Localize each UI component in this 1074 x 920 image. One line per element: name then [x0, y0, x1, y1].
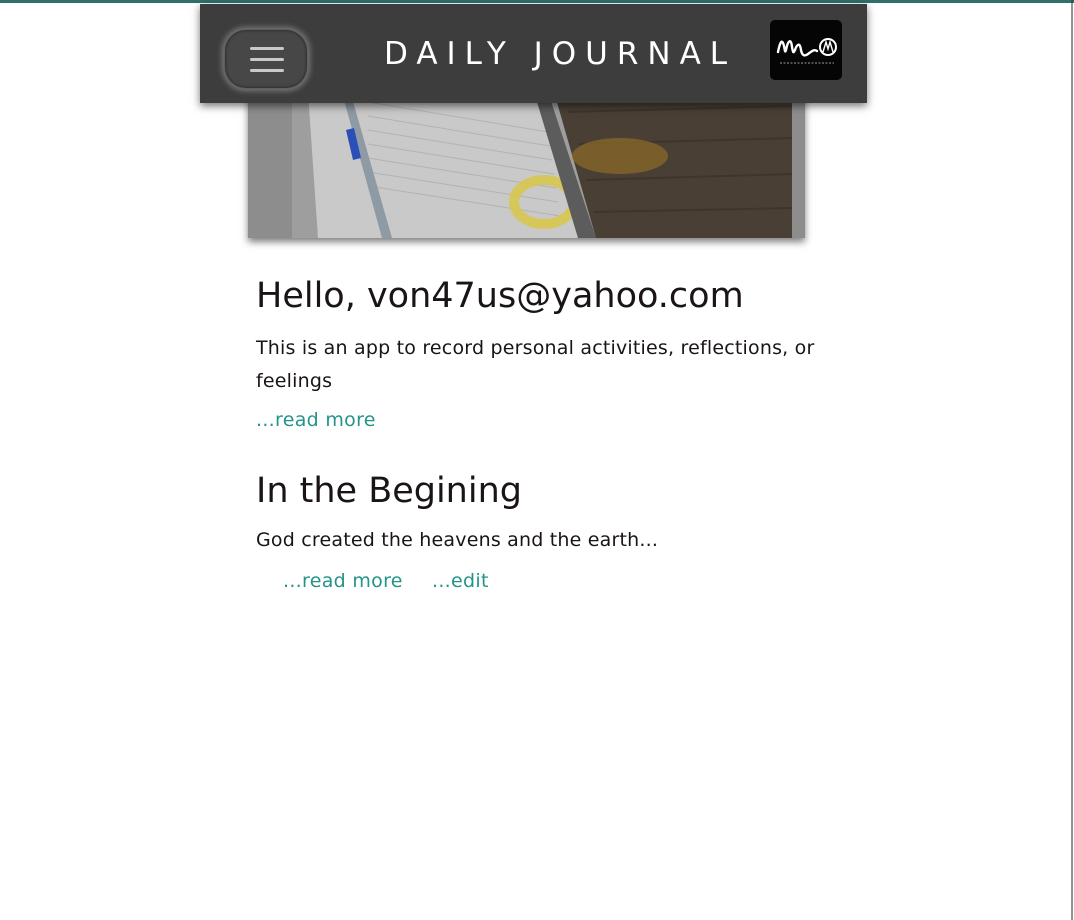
- mw-logo-icon[interactable]: [770, 20, 842, 80]
- journal-notebook-pen-photo: [248, 92, 805, 238]
- top-accent-rule: [0, 0, 1074, 3]
- entry-title: In the Begining: [256, 471, 522, 511]
- entry-read-more-link[interactable]: ...read more: [283, 570, 403, 592]
- app-header: DAILY JOURNAL: [200, 4, 867, 103]
- app-description: This is an app to record personal activi…: [256, 337, 815, 392]
- entry-excerpt: God created the heavens and the earth...: [256, 529, 659, 551]
- journal-hero-image: [248, 92, 805, 238]
- entry-edit-link[interactable]: ...edit: [432, 570, 489, 592]
- greeting-heading: Hello, von47us@yahoo.com: [256, 276, 744, 316]
- app-title: DAILY JOURNAL: [384, 36, 737, 72]
- window-edge-rule: [1071, 0, 1073, 920]
- menu-button[interactable]: [224, 29, 308, 89]
- intro-read-more-link[interactable]: ...read more: [256, 409, 376, 431]
- hamburger-menu-icon: [250, 46, 284, 74]
